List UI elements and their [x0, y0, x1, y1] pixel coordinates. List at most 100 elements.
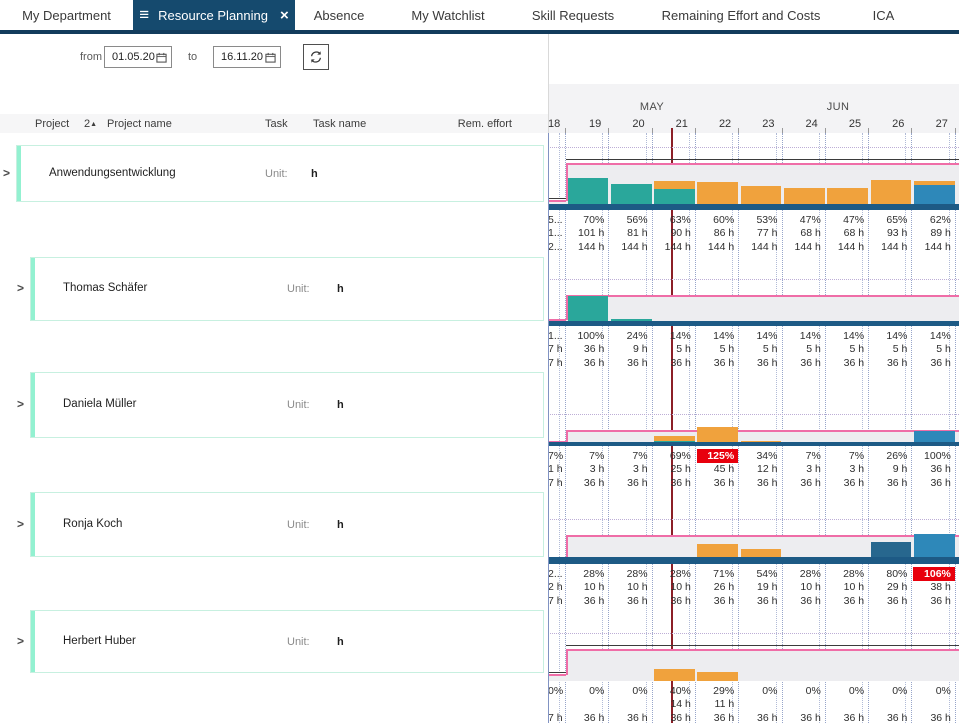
calendar-icon[interactable] [265, 52, 276, 63]
tab-skill-requests[interactable]: Skill Requests [513, 0, 633, 30]
person-name[interactable]: Thomas Schäfer [63, 282, 147, 294]
unit-label: Unit: [287, 519, 310, 531]
person-name[interactable]: Ronja Koch [63, 518, 122, 530]
capacity-hours: 36 h [566, 595, 604, 608]
utilization-percent: 53% [739, 214, 777, 227]
planned-hours: 36 h [912, 463, 951, 476]
tab-label: ICA [873, 8, 895, 23]
week-label-20[interactable]: 20 [609, 118, 644, 130]
col-sort-badge[interactable]: 2▲ [84, 118, 97, 131]
col-header-task-name[interactable]: Task name [313, 118, 366, 131]
week-label-23[interactable]: 23 [739, 118, 774, 130]
week-label-18[interactable]: 18 [548, 118, 558, 130]
unit-label: Unit: [265, 168, 288, 180]
planned-hours: 77 h [739, 227, 777, 240]
tab-remaining-effort-and-costs[interactable]: Remaining Effort and Costs [633, 0, 849, 30]
unit-value: h [337, 519, 344, 531]
planned-hours: 5 h [696, 343, 734, 356]
planned-hours: 68 h [783, 227, 821, 240]
refresh-button[interactable] [303, 44, 329, 70]
utilization-percent: 14% [826, 330, 864, 343]
utilization-percent: 14% [912, 330, 951, 343]
capacity-hours: 36 h [783, 712, 821, 723]
capacity-hours: 7 h [548, 595, 561, 608]
utilization-bar-segment-orange [871, 180, 912, 203]
row-accent-strip [17, 146, 21, 201]
utilization-percent: 14% [869, 330, 907, 343]
limit-line [566, 645, 959, 646]
utilization-percent: 34% [739, 450, 777, 463]
scale-dotted-line [548, 519, 959, 520]
planned-hours: 10 h [783, 581, 821, 594]
capacity-hours: 36 h [869, 712, 907, 723]
tab-my-watchlist[interactable]: My Watchlist [383, 0, 513, 30]
week-label-19[interactable]: 19 [566, 118, 601, 130]
project-name[interactable]: Anwendungsentwicklung [49, 167, 176, 179]
tab-label: Remaining Effort and Costs [662, 8, 821, 23]
planned-hours: 11 h [696, 698, 734, 711]
tab-resource-planning[interactable]: ≡Resource Planning× [133, 0, 295, 30]
col-header-task[interactable]: Task [265, 118, 288, 131]
planned-hours: 12 h [739, 463, 777, 476]
planned-hours: 3 h [826, 463, 864, 476]
booked-base-strip [549, 321, 959, 326]
tab-my-department[interactable]: My Department [0, 0, 133, 30]
capacity-line-step [566, 536, 568, 559]
utilization-percent: 28% [783, 568, 821, 581]
planned-hours: 3 h [609, 463, 647, 476]
person-name[interactable]: Herbert Huber [63, 635, 136, 647]
planned-hours: 9 h [609, 343, 647, 356]
expand-chevron-icon[interactable]: > [3, 166, 10, 180]
planned-hours: 10 h [826, 581, 864, 594]
tab-label: Absence [314, 8, 365, 23]
capacity-hours: 36 h [696, 357, 734, 370]
tab-ica[interactable]: ICA [849, 0, 918, 30]
week-label-26[interactable]: 26 [869, 118, 904, 130]
month-label-jun: JUN [818, 101, 858, 113]
week-label-24[interactable]: 24 [783, 118, 818, 130]
utilization-percent: 0% [783, 685, 821, 698]
expand-chevron-icon[interactable]: > [17, 397, 24, 411]
week-label-27[interactable]: 27 [912, 118, 948, 130]
utilization-bar-segment-orange [654, 669, 695, 681]
expand-chevron-icon[interactable]: > [17, 517, 24, 531]
planned-hours: 19 h [739, 581, 777, 594]
capacity-hours: 36 h [739, 595, 777, 608]
capacity-hours: 36 h [739, 357, 777, 370]
col-header-project-name[interactable]: Project name [107, 118, 172, 131]
hamburger-icon[interactable]: ≡ [139, 6, 149, 23]
planned-hours: 90 h [653, 227, 691, 240]
capacity-hours: 36 h [696, 595, 734, 608]
utilization-percent: 47% [826, 214, 864, 227]
col-header-project[interactable]: Project [35, 118, 69, 131]
to-label: to [188, 51, 197, 63]
from-date-field[interactable]: 01.05.20 [104, 46, 172, 68]
tab-absence[interactable]: Absence [295, 0, 383, 30]
capacity-hours: 36 h [696, 477, 734, 490]
planned-hours: 10 h [566, 581, 604, 594]
utilization-percent: 28% [653, 568, 691, 581]
expand-chevron-icon[interactable]: > [17, 281, 24, 295]
col-header-rem-effort[interactable]: Rem. effort [412, 118, 512, 131]
capacity-hours: 36 h [912, 595, 951, 608]
utilization-percent: 69% [653, 450, 691, 463]
unit-value: h [337, 399, 344, 411]
calendar-icon[interactable] [156, 52, 167, 63]
planned-hours: 36 h [566, 343, 604, 356]
capacity-hours: 7 h [548, 357, 561, 370]
utilization-percent: 7% [566, 450, 604, 463]
week-label-22[interactable]: 22 [696, 118, 731, 130]
utilization-percent: 26% [869, 450, 907, 463]
planned-hours: 38 h [912, 581, 951, 594]
week-label-25[interactable]: 25 [826, 118, 861, 130]
from-label: from [80, 51, 102, 63]
from-date-value: 01.05.20 [112, 51, 156, 63]
utilization-percent: 80% [869, 568, 907, 581]
expand-chevron-icon[interactable]: > [17, 634, 24, 648]
capacity-hours: 36 h [566, 477, 604, 490]
to-date-field[interactable]: 16.11.20 [213, 46, 281, 68]
close-tab-icon[interactable]: × [280, 8, 289, 23]
utilization-percent: 14% [696, 330, 734, 343]
utilization-percent: 28% [826, 568, 864, 581]
person-name[interactable]: Daniela Müller [63, 398, 137, 410]
